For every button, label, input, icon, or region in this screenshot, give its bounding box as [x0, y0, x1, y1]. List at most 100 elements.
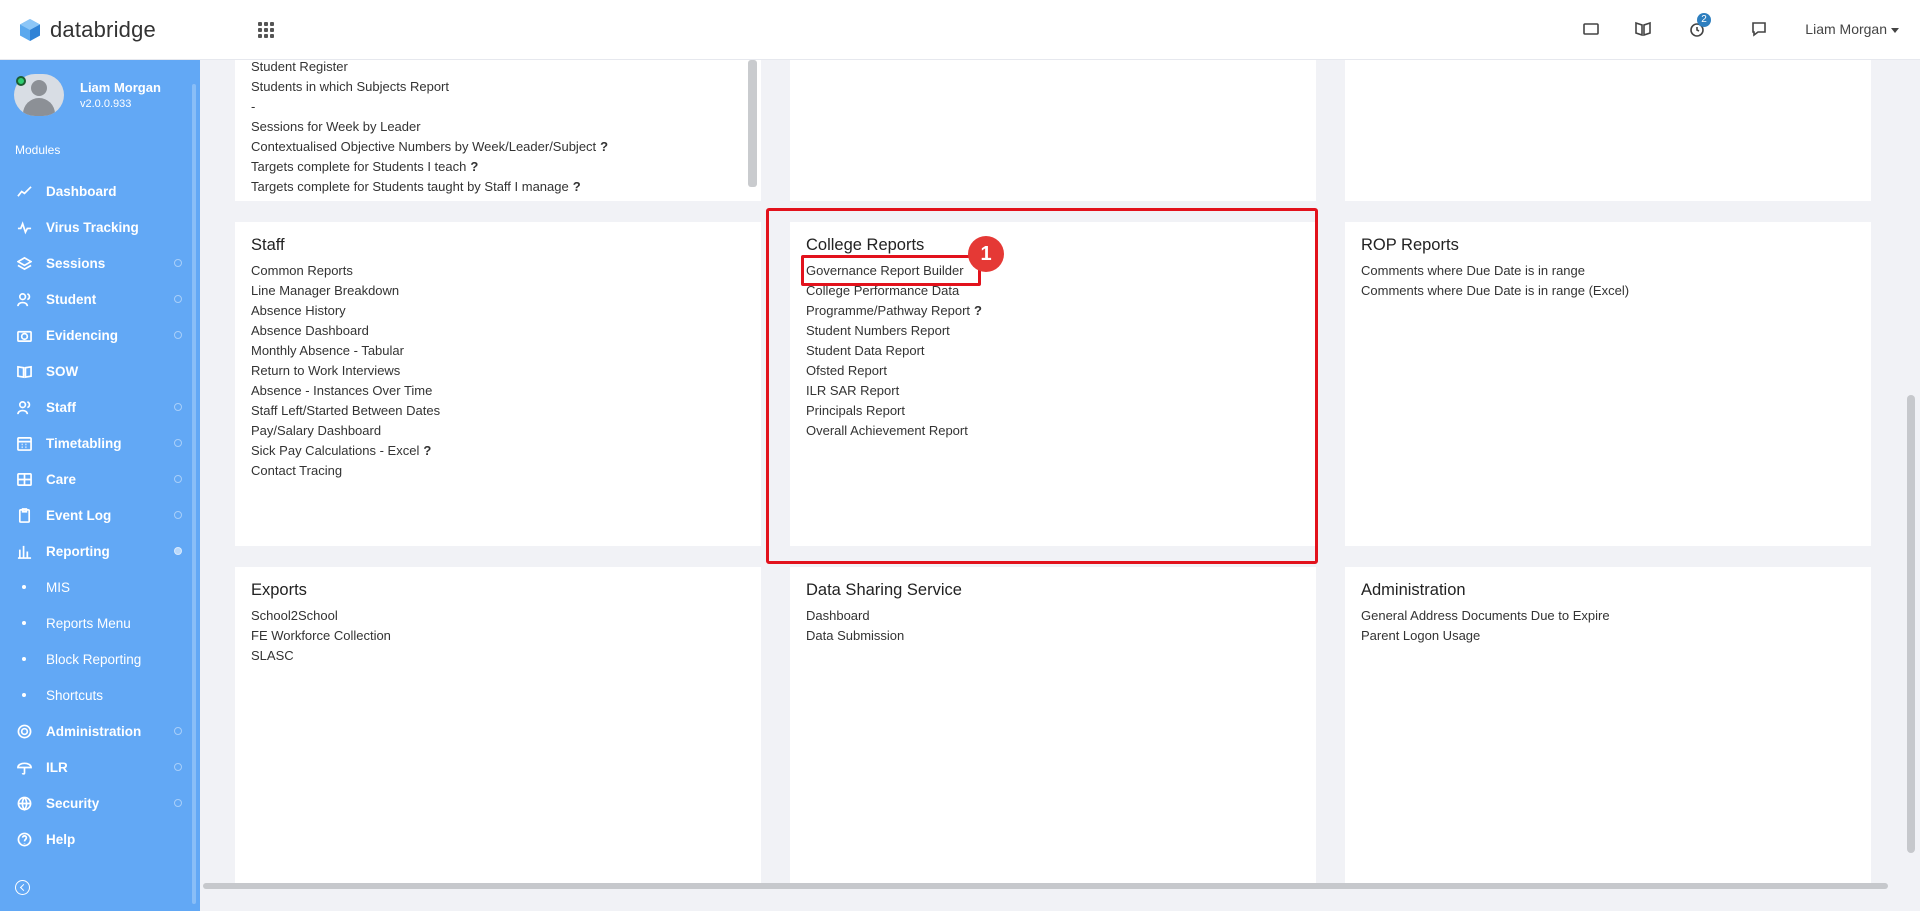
calendar-icon — [16, 435, 32, 451]
expand-indicator-icon — [174, 331, 182, 339]
card-title: Administration — [1361, 581, 1466, 599]
window-icon[interactable] — [1582, 20, 1602, 40]
help-icon — [16, 831, 32, 847]
sidebar-subitem-shortcuts[interactable]: Shortcuts — [0, 677, 200, 713]
report-link[interactable]: - — [251, 97, 608, 117]
bullet-icon — [22, 693, 26, 697]
sidebar-nav: Dashboard Virus Tracking Sessions Studen… — [0, 173, 200, 857]
report-link[interactable]: Line Manager Breakdown — [251, 281, 440, 301]
sidebar-item-timetabling[interactable]: Timetabling — [0, 425, 200, 461]
report-link[interactable]: Return to Work Interviews — [251, 361, 440, 381]
bar-chart-icon — [16, 543, 32, 559]
report-link[interactable]: Monthly Absence - Tabular — [251, 341, 440, 361]
report-link[interactable]: College Performance Data — [806, 281, 982, 301]
expand-indicator-icon — [174, 403, 182, 411]
brand-logo[interactable]: databridge — [18, 17, 156, 43]
report-link[interactable]: Staff Left/Started Between Dates — [251, 401, 440, 421]
page-vertical-scrollbar[interactable] — [1907, 395, 1915, 853]
sidebar-item-label: Dashboard — [46, 183, 117, 199]
sidebar-item-label: Reporting — [46, 543, 110, 559]
report-link[interactable]: Sessions for Week by Leader — [251, 117, 608, 137]
sidebar-subitem-mis[interactable]: MIS — [0, 569, 200, 605]
report-link[interactable]: Comments where Due Date is in range — [1361, 261, 1629, 281]
card-scrollbar[interactable] — [748, 60, 757, 187]
report-link[interactable]: Parent Logon Usage — [1361, 626, 1610, 646]
expand-indicator-icon — [174, 259, 182, 267]
sidebar-item-student[interactable]: Student — [0, 281, 200, 317]
sidebar-item-label: Staff — [46, 399, 76, 415]
card-links: Common Reports Line Manager Breakdown Ab… — [251, 261, 440, 481]
report-link[interactable]: Absence History — [251, 301, 440, 321]
sidebar-item-reporting[interactable]: Reporting — [0, 533, 200, 569]
report-link[interactable]: Contact Tracing — [251, 461, 440, 481]
sidebar-item-evidencing[interactable]: Evidencing — [0, 317, 200, 353]
gear-icon — [16, 723, 32, 739]
card-links: School2School FE Workforce Collection SL… — [251, 606, 391, 666]
sidebar-item-label: SOW — [46, 363, 79, 379]
sidebar-item-label: Evidencing — [46, 327, 119, 343]
card-rop-reports: ROP Reports Comments where Due Date is i… — [1345, 222, 1871, 546]
profile-block[interactable]: Liam Morgan v2.0.0.933 — [14, 74, 161, 116]
sidebar-item-help[interactable]: Help — [0, 821, 200, 857]
sidebar-item-security[interactable]: Security — [0, 785, 200, 821]
card-links: Student Register Students in which Subje… — [251, 57, 608, 197]
bullet-icon — [22, 621, 26, 625]
page-horizontal-scrollbar[interactable] — [203, 883, 1888, 889]
apps-grid-icon[interactable] — [258, 22, 274, 38]
report-link[interactable]: General Address Documents Due to Expire — [1361, 606, 1610, 626]
sidebar-item-ilr[interactable]: ILR — [0, 749, 200, 785]
sidebar-subitem-reports-menu[interactable]: Reports Menu — [0, 605, 200, 641]
card-links: Comments where Due Date is in range Comm… — [1361, 261, 1629, 301]
report-link[interactable]: Common Reports — [251, 261, 440, 281]
report-link[interactable]: Dashboard — [806, 606, 904, 626]
bullet-icon — [22, 585, 26, 589]
report-link[interactable]: Students in which Subjects Report — [251, 77, 608, 97]
expand-indicator-icon — [174, 547, 182, 555]
report-link[interactable]: Data Submission — [806, 626, 904, 646]
report-link[interactable]: Targets complete for Students taught by … — [251, 177, 608, 197]
report-link[interactable]: Sick Pay Calculations - Excel? — [251, 441, 440, 461]
clock-alarm-icon[interactable]: 2 — [1688, 13, 1711, 40]
sidebar-item-sow[interactable]: SOW — [0, 353, 200, 389]
report-link[interactable]: Absence Dashboard — [251, 321, 440, 341]
collapse-sidebar-icon[interactable] — [15, 880, 30, 895]
sidebar-item-staff[interactable]: Staff — [0, 389, 200, 425]
sidebar-item-care[interactable]: Care — [0, 461, 200, 497]
report-link[interactable]: FE Workforce Collection — [251, 626, 391, 646]
report-link[interactable]: Comments where Due Date is in range (Exc… — [1361, 281, 1629, 301]
sidebar-item-sessions[interactable]: Sessions — [0, 245, 200, 281]
expand-indicator-icon — [174, 475, 182, 483]
sidebar-subitem-block-reporting[interactable]: Block Reporting — [0, 641, 200, 677]
report-link[interactable]: SLASC — [251, 646, 391, 666]
card-exports: Exports School2School FE Workforce Colle… — [235, 567, 761, 887]
sidebar-item-event-log[interactable]: Event Log — [0, 497, 200, 533]
sidebar-item-dashboard[interactable]: Dashboard — [0, 173, 200, 209]
report-link[interactable]: School2School — [251, 606, 391, 626]
report-link[interactable]: Contextualised Objective Numbers by Week… — [251, 137, 608, 157]
report-link-governance-report-builder[interactable]: Governance Report Builder — [806, 261, 982, 281]
chat-icon[interactable] — [1750, 20, 1770, 40]
report-link[interactable]: Student Register — [251, 57, 608, 77]
main-content: Student Register Students in which Subje… — [200, 57, 1920, 911]
help-question-icon: ? — [600, 139, 609, 154]
sidebar-subitem-label: Reports Menu — [46, 615, 131, 631]
sidebar-item-administration[interactable]: Administration — [0, 713, 200, 749]
card-links: Dashboard Data Submission — [806, 606, 904, 646]
sidebar-item-virus-tracking[interactable]: Virus Tracking — [0, 209, 200, 245]
report-link[interactable]: Ofsted Report — [806, 361, 982, 381]
report-link[interactable]: Absence - Instances Over Time — [251, 381, 440, 401]
card-title: Data Sharing Service — [806, 581, 962, 599]
report-link[interactable]: Programme/Pathway Report? — [806, 301, 982, 321]
card-links: General Address Documents Due to Expire … — [1361, 606, 1610, 646]
report-link[interactable]: Overall Achievement Report — [806, 421, 982, 441]
report-link[interactable]: Targets complete for Students I teach? — [251, 157, 608, 177]
sidebar-item-label: Security — [46, 795, 100, 811]
book-icon[interactable] — [1634, 20, 1654, 40]
report-link[interactable]: Pay/Salary Dashboard — [251, 421, 440, 441]
report-link[interactable]: Student Numbers Report — [806, 321, 982, 341]
user-menu[interactable]: Liam Morgan — [1805, 21, 1899, 37]
expand-indicator-icon — [174, 727, 182, 735]
report-link[interactable]: Principals Report — [806, 401, 982, 421]
report-link[interactable]: Student Data Report — [806, 341, 982, 361]
report-link[interactable]: ILR SAR Report — [806, 381, 982, 401]
